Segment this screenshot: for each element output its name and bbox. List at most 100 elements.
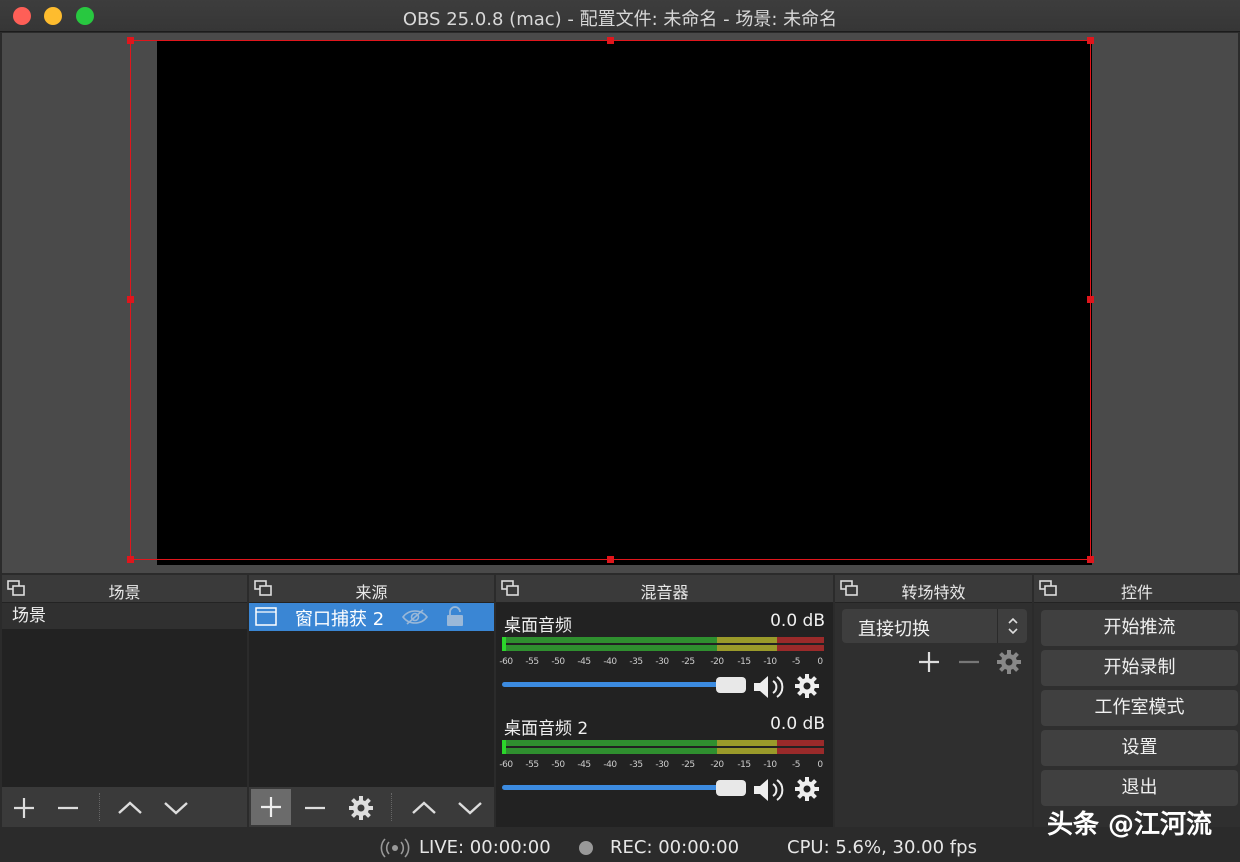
source-properties-button[interactable] [343,791,379,825]
select-arrows[interactable] [997,609,1027,643]
title-bar: OBS 25.0.8 (mac) - 配置文件: 未命名 - 场景: 未命名 [0,0,1240,32]
channel-name: 桌面音频 [504,616,572,636]
remove-scene-button[interactable] [50,791,86,825]
broadcast-icon [380,838,410,858]
mixer-dock-title: 混音器 [640,583,689,602]
window-capture-icon [255,607,277,626]
channel-name: 桌面音频 2 [504,719,589,739]
gear-icon[interactable] [794,673,820,699]
watermark: 头条 @江河流 [1046,810,1212,840]
channel-db-readout: 0.0 dB [770,714,825,734]
tick-label: -45 [577,760,591,770]
tick-label: 0 [817,657,823,667]
sources-dock-title: 来源 [355,583,388,602]
tick-label: -20 [710,760,724,770]
scenes-dock: 场景 场景 [2,575,247,827]
remove-source-button[interactable] [297,791,333,825]
scene-item[interactable]: 场景 [2,603,247,629]
volume-meter [502,740,824,754]
tick-label: -55 [525,760,539,770]
cpu-fps-readout: CPU: 5.6%, 30.00 fps [787,837,977,858]
toolbar-separator [99,793,100,821]
scenes-list[interactable]: 场景 [2,603,247,787]
tick-label: -45 [577,657,591,667]
preview-canvas[interactable] [157,41,1092,565]
tick-label: -30 [655,657,669,667]
plus-icon [14,798,34,818]
source-item[interactable]: 窗口捕获 2 [249,603,494,631]
preview-area[interactable] [2,33,1238,573]
controls-dock: 控件 开始推流 开始录制 工作室模式 设置 退出 [1034,575,1240,827]
record-indicator-icon [579,841,593,855]
source-item-label: 窗口捕获 2 [295,609,385,630]
tick-label: -15 [737,657,751,667]
tick-label: -15 [737,760,751,770]
volume-meter [502,637,824,651]
volume-slider-track[interactable] [502,785,730,790]
gear-icon [997,650,1021,674]
start-streaming-button[interactable]: 开始推流 [1041,610,1238,646]
tick-label: -55 [525,657,539,667]
move-source-up-button[interactable] [406,791,442,825]
add-scene-button[interactable] [6,791,42,825]
transition-select-value: 直接切换 [858,619,930,640]
transitions-dock-header: 转场特效 [835,575,1032,603]
mixer-dock: 混音器 桌面音频 0.0 dB -60 -55 -50 -45 -40 -35 … [496,575,833,827]
updown-chevron-icon [1008,617,1018,635]
add-transition-button[interactable] [911,645,947,679]
minus-icon [305,806,325,810]
tick-label: -40 [603,657,617,667]
rec-timer: REC: 00:00:00 [610,837,740,858]
scenes-toolbar [2,787,247,827]
transition-properties-button[interactable] [991,645,1027,679]
add-source-button[interactable] [251,789,291,825]
tick-label: -50 [551,760,565,770]
eye-icon[interactable] [401,608,429,626]
sources-dock-header: 来源 [249,575,494,603]
volume-slider-handle[interactable] [716,780,746,796]
minus-icon [58,806,78,810]
move-scene-down-button[interactable] [158,791,194,825]
settings-button[interactable]: 设置 [1041,730,1238,766]
tick-label: -10 [763,760,777,770]
minus-icon [959,660,979,664]
start-recording-button[interactable]: 开始录制 [1041,650,1238,686]
speaker-icon[interactable] [752,673,788,701]
gear-icon[interactable] [794,776,820,802]
scenes-dock-header: 场景 [2,575,247,603]
meter-ticks: -60 -55 -50 -45 -40 -35 -30 -25 -20 -15 … [499,756,824,772]
speaker-icon[interactable] [752,776,788,804]
sources-list[interactable]: 窗口捕获 2 [249,603,494,787]
move-source-down-button[interactable] [452,791,488,825]
studio-mode-button[interactable]: 工作室模式 [1041,690,1238,726]
transitions-dock-title: 转场特效 [901,583,966,602]
chevron-up-icon [412,801,436,814]
tick-label: -35 [629,657,643,667]
lock-icon[interactable] [445,606,465,628]
remove-transition-button[interactable] [951,645,987,679]
tick-label: -35 [629,760,643,770]
volume-slider-handle[interactable] [716,677,746,693]
scenes-dock-title: 场景 [108,583,141,602]
tick-label: -60 [499,760,513,770]
tick-label: 0 [817,760,823,770]
chevron-up-icon [118,801,142,814]
live-timer: LIVE: 00:00:00 [419,837,551,858]
exit-button[interactable]: 退出 [1041,770,1238,806]
tick-label: -30 [655,760,669,770]
gear-icon [349,796,373,820]
window-title: OBS 25.0.8 (mac) - 配置文件: 未命名 - 场景: 未命名 [402,9,838,30]
tick-label: -50 [551,657,565,667]
tick-label: -10 [763,657,777,667]
controls-dock-title: 控件 [1120,583,1153,602]
volume-slider-track[interactable] [502,682,730,687]
meter-ticks: -60 -55 -50 -45 -40 -35 -30 -25 -20 -15 … [499,653,824,669]
sources-dock: 来源 窗口捕获 2 [249,575,494,827]
plus-icon [919,652,939,672]
transition-select[interactable]: 直接切换 [842,609,1027,643]
channel-db-readout: 0.0 dB [770,611,825,631]
tick-label: -25 [681,760,695,770]
move-scene-up-button[interactable] [112,791,148,825]
tick-label: -20 [710,657,724,667]
chevron-down-icon [458,802,482,815]
